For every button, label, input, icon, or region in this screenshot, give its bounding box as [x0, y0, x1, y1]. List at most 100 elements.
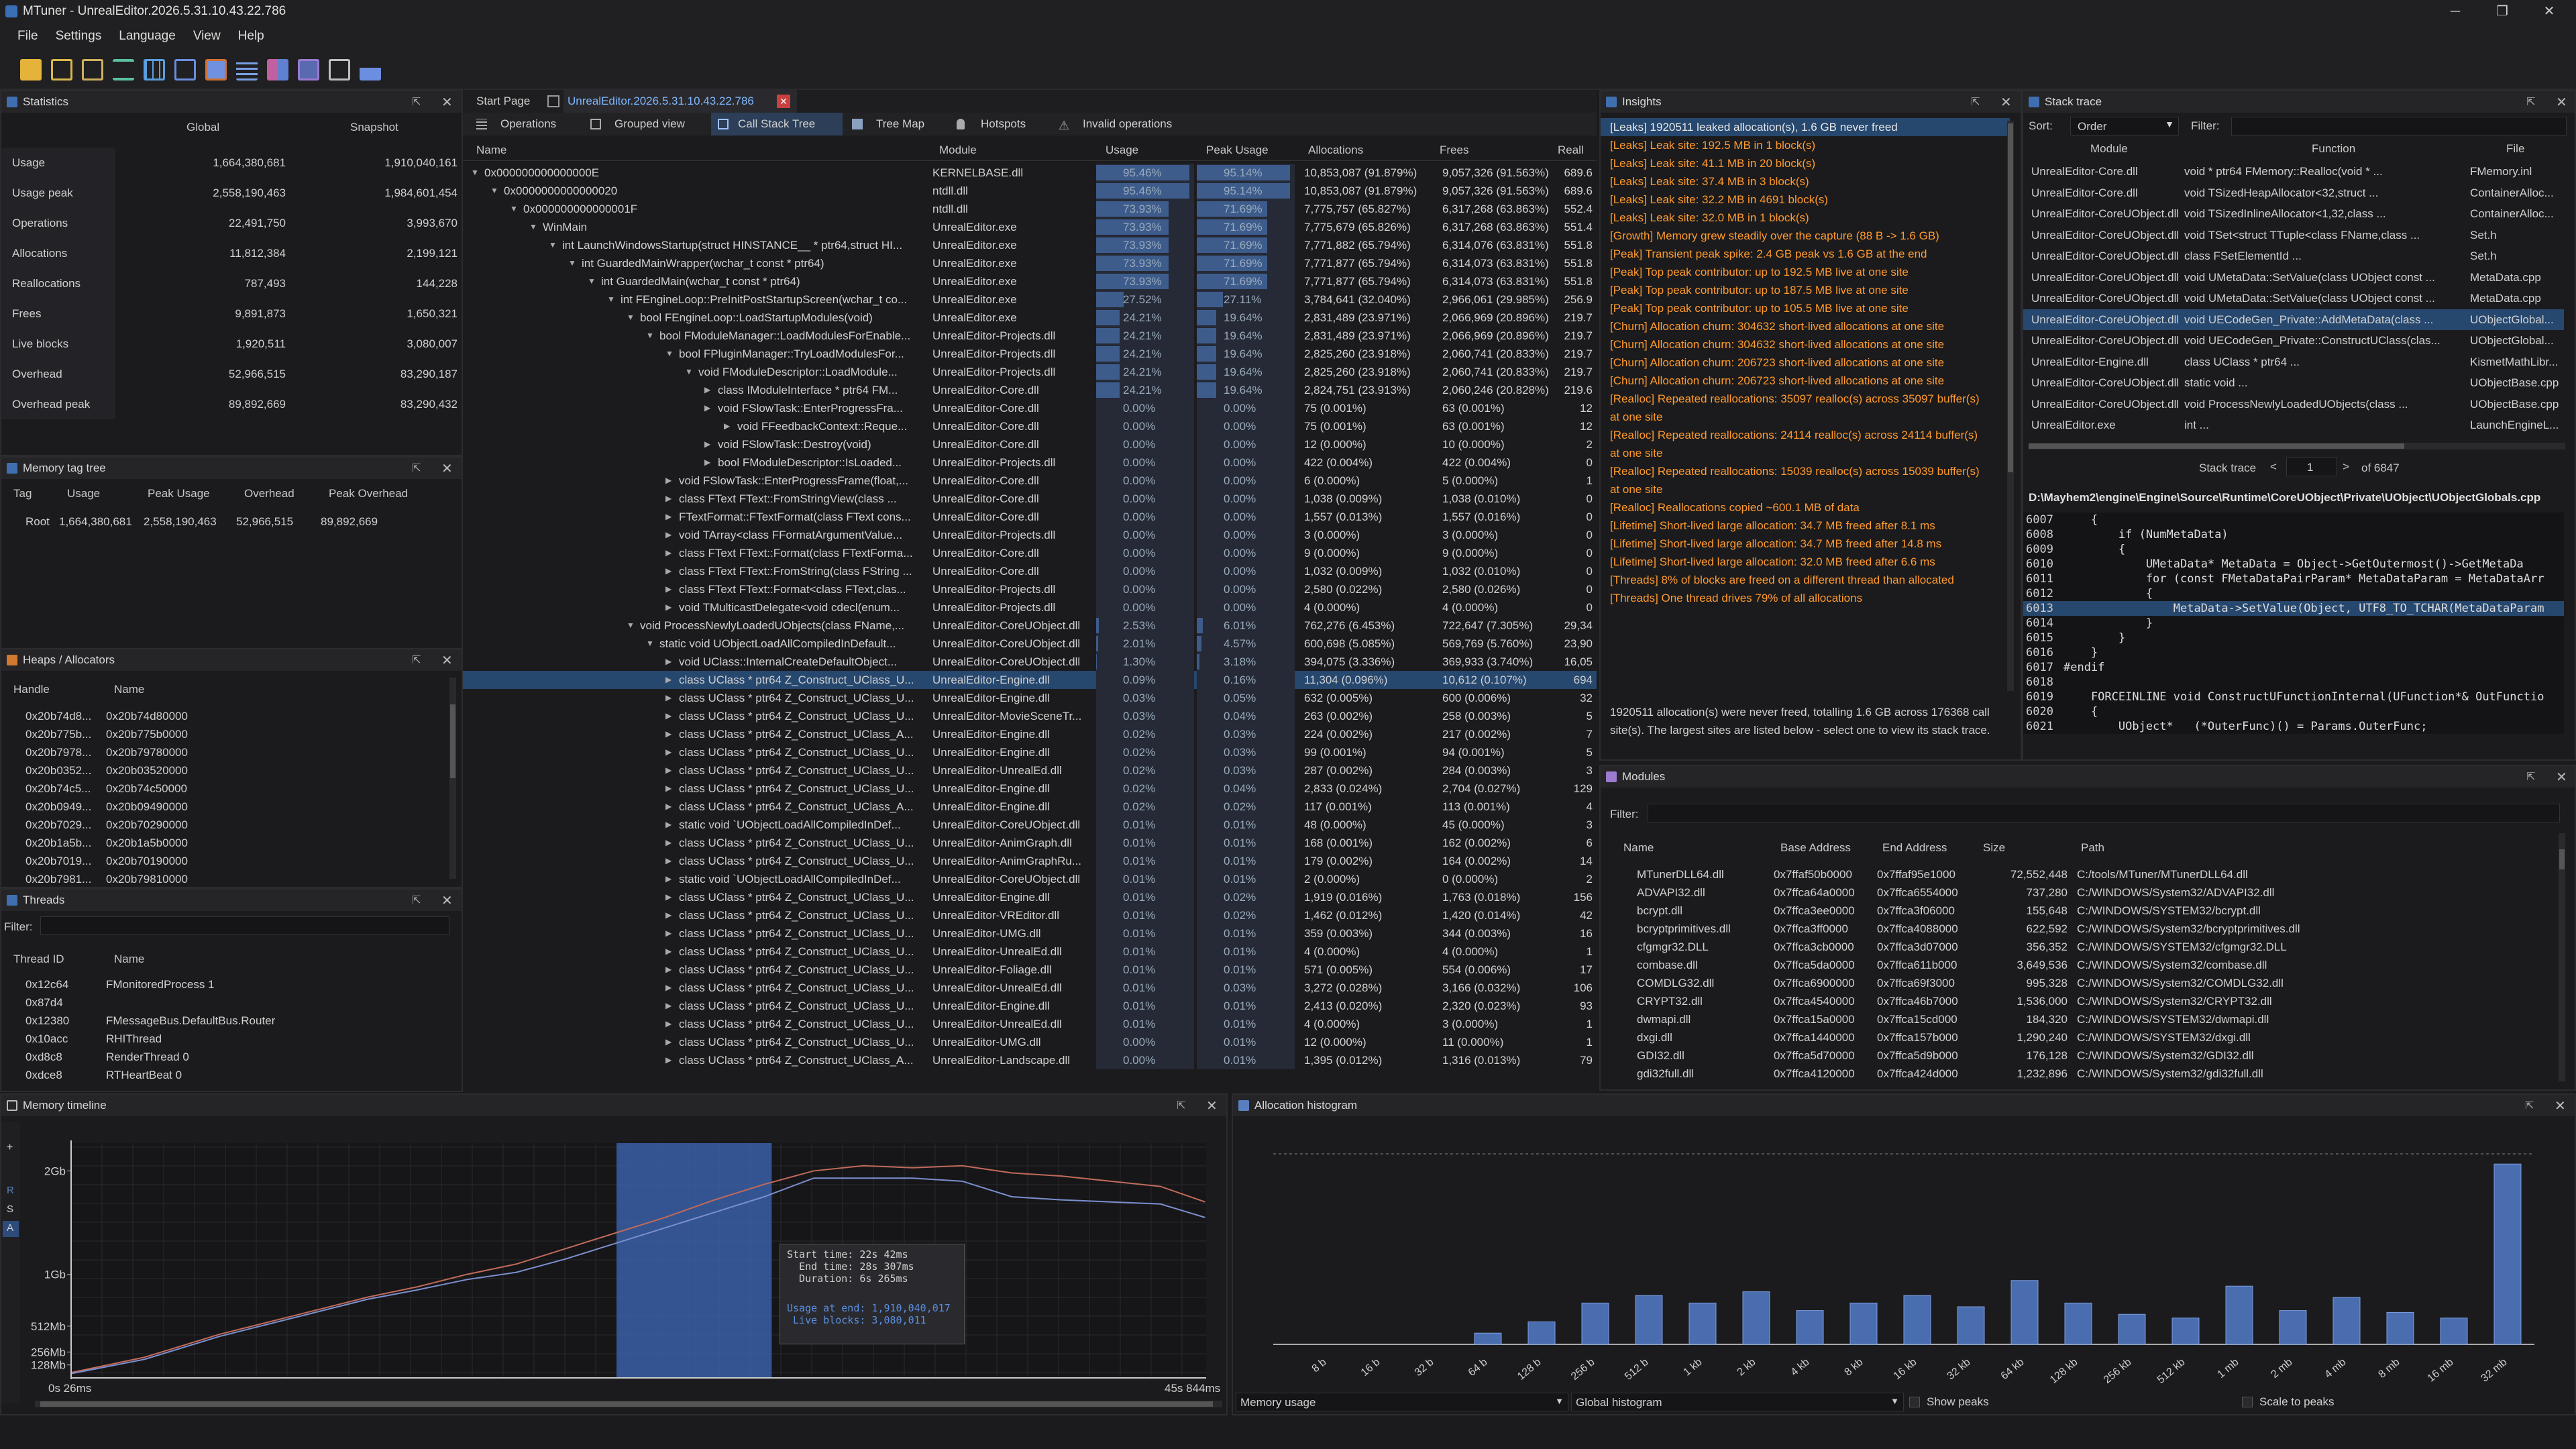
- insights-scrollbar[interactable]: [2007, 121, 2014, 691]
- insight-row[interactable]: [Peak] Transient peak spike: 2.4 GB peak…: [1601, 245, 2010, 263]
- histogram-bar[interactable]: [2064, 1302, 2092, 1345]
- tree-row[interactable]: ▶ class UClass * ptr64 Z_Construct_UClass…: [463, 888, 1597, 906]
- list-icon[interactable]: [236, 59, 258, 80]
- histogram-bar[interactable]: [2171, 1318, 2200, 1345]
- heap-row[interactable]: 0x20b775b... 0x20b775b0000: [1, 725, 462, 743]
- expand-icon[interactable]: ▶: [665, 490, 675, 508]
- close-icon[interactable]: ✕: [2556, 769, 2567, 786]
- heap-row[interactable]: 0x20b7978... 0x20b79780000: [1, 743, 462, 761]
- tree-row[interactable]: ▶ static void `UObjectLoadAllCompiledInDe…: [463, 816, 1597, 834]
- expand-icon[interactable]: ▶: [665, 997, 675, 1015]
- pin-icon[interactable]: ⇱: [2525, 1099, 2534, 1112]
- insight-row[interactable]: [Churn] Allocation churn: 304632 short-l…: [1601, 335, 2010, 354]
- tree-row[interactable]: ▶ class UClass * ptr64 Z_Construct_UClass…: [463, 1033, 1597, 1051]
- expand-icon[interactable]: ▶: [665, 689, 675, 707]
- tree-row[interactable]: ▶ class FText FText::Format<class FText,c…: [463, 580, 1597, 598]
- expand-icon[interactable]: ▼: [646, 635, 655, 653]
- tree-row[interactable]: ▼ int FEngineLoop::PreInitPostStartupScre…: [463, 290, 1597, 309]
- document-icon[interactable]: [51, 59, 72, 80]
- tree-row[interactable]: ▼ bool FEngineLoop::LoadStartupModules(vo…: [463, 309, 1597, 327]
- insight-row[interactable]: [Lifetime] Short-lived large allocation:…: [1601, 535, 2010, 553]
- stack-filter-input[interactable]: [2231, 117, 2567, 136]
- stack-row[interactable]: UnrealEditor-CoreUObject.dll void UECodeG…: [2023, 309, 2564, 330]
- pin-icon[interactable]: ⇱: [2526, 770, 2535, 784]
- module-row[interactable]: CRYPT32.dll 0x7ffca4540000 0x7ffca46b7000 1…: [1601, 992, 2560, 1010]
- tab-grouped-view[interactable]: Grouped view: [614, 113, 685, 136]
- insight-row[interactable]: [Lifetime] Short-lived large allocation:…: [1601, 553, 2010, 571]
- expand-icon[interactable]: ▶: [665, 816, 675, 834]
- next-frame-icon[interactable]: >: [2343, 460, 2349, 474]
- stack-row[interactable]: UnrealEditor-CoreUObject.dll void Process…: [2023, 394, 2564, 415]
- histogram-icon[interactable]: [360, 59, 381, 80]
- tree-row[interactable]: ▶ class UClass * ptr64 Z_Construct_UClass…: [463, 997, 1597, 1015]
- thread-row[interactable]: 0x10acc RHIThread: [1, 1030, 462, 1048]
- histogram-bar[interactable]: [1796, 1310, 1824, 1345]
- expand-icon[interactable]: ▶: [665, 888, 675, 906]
- close-icon[interactable]: ✕: [2555, 1097, 2566, 1114]
- close-icon[interactable]: ✕: [441, 892, 453, 909]
- histogram-bar[interactable]: [1688, 1302, 1717, 1345]
- tree-row[interactable]: ▶ void TMulticastDelegate<void cdecl(enum…: [463, 598, 1597, 616]
- expand-icon[interactable]: ▶: [665, 798, 675, 816]
- insight-row[interactable]: [Threads] One thread drives 79% of all a…: [1601, 589, 2010, 607]
- histogram-bar[interactable]: [1742, 1291, 1770, 1345]
- expand-icon[interactable]: ▶: [665, 961, 675, 979]
- histogram-bar[interactable]: [2118, 1313, 2146, 1345]
- histogram-bar[interactable]: [1581, 1302, 1609, 1345]
- expand-icon[interactable]: ▼: [588, 272, 597, 290]
- frame-input[interactable]: 1: [2286, 458, 2337, 476]
- expand-icon[interactable]: ▶: [665, 870, 675, 888]
- insight-row[interactable]: [Lifetime] Short-lived large allocation:…: [1601, 517, 2010, 535]
- stack-row[interactable]: UnrealEditor-Engine.dll class UClass * pt…: [2023, 352, 2564, 372]
- insight-row[interactable]: at one site: [1601, 408, 2010, 426]
- histogram-bar[interactable]: [1527, 1321, 1556, 1345]
- expand-icon[interactable]: ▶: [665, 979, 675, 997]
- modules-scrollbar[interactable]: [2559, 833, 2565, 1081]
- heaps-scrollbar[interactable]: [449, 678, 456, 879]
- insight-row[interactable]: [Leaks] Leak site: 32.0 MB in 1 block(s): [1601, 209, 2010, 227]
- menu-view[interactable]: View: [193, 29, 221, 44]
- insight-row[interactable]: [Leaks] Leak site: 37.4 MB in 3 block(s): [1601, 172, 2010, 191]
- tree-row[interactable]: ▶ static void `UObjectLoadAllCompiledInDe…: [463, 870, 1597, 888]
- module-row[interactable]: dwmapi.dll 0x7ffca15a0000 0x7ffca15cd000 18…: [1601, 1010, 2560, 1028]
- module-row[interactable]: COMDLG32.dll 0x7ffca6900000 0x7ffca69f3000…: [1601, 974, 2560, 992]
- stack-row[interactable]: UnrealEditor-CoreUObject.dll void TSet<st…: [2023, 225, 2564, 246]
- expand-icon[interactable]: ▶: [665, 834, 675, 852]
- tab-capture-file[interactable]: UnrealEditor.2026.5.31.10.43.22.786 ✕: [564, 90, 797, 113]
- close-icon[interactable]: ✕: [2000, 94, 2012, 111]
- pin-icon[interactable]: ⇱: [1971, 95, 1980, 109]
- timeline-hscroll[interactable]: [35, 1401, 1222, 1407]
- expand-icon[interactable]: ▶: [704, 453, 714, 472]
- expand-icon[interactable]: ▼: [627, 616, 636, 635]
- tree-row[interactable]: ▼ 0x0000000000000020 ntdll.dll 95.46% 95.14%…: [463, 182, 1597, 200]
- insight-row[interactable]: [Leaks] Leak site: 192.5 MB in 1 block(s…: [1601, 136, 2010, 154]
- tab-hotspots[interactable]: Hotspots: [981, 113, 1026, 136]
- stack-row[interactable]: UnrealEditor-CoreUObject.dll void UMetaDa…: [2023, 288, 2564, 309]
- stack-row[interactable]: UnrealEditor-Core.dll void TSizedHeapAllo…: [2023, 182, 2564, 203]
- selection-range[interactable]: [616, 1143, 772, 1378]
- expand-icon[interactable]: ▼: [627, 309, 636, 327]
- tree-row[interactable]: ▶ class IModuleInterface * ptr64 FM... Unr…: [463, 381, 1597, 399]
- expand-icon[interactable]: ▼: [529, 218, 539, 236]
- expand-icon[interactable]: ▶: [665, 852, 675, 870]
- expand-icon[interactable]: ▼: [490, 182, 500, 200]
- heap-row[interactable]: 0x20b7029... 0x20b70290000: [1, 816, 462, 834]
- tree-row[interactable]: ▶ class UClass * ptr64 Z_Construct_UClass…: [463, 979, 1597, 997]
- insight-row[interactable]: [Churn] Allocation churn: 304632 short-l…: [1601, 317, 2010, 335]
- selection-icon[interactable]: [205, 59, 227, 80]
- stack-row[interactable]: UnrealEditor-Core.dll void * ptr64 FMemor…: [2023, 161, 2564, 182]
- threads-filter-input[interactable]: [40, 916, 449, 935]
- expand-icon[interactable]: ▼: [607, 290, 616, 309]
- histogram-bar[interactable]: [1635, 1295, 1663, 1345]
- expand-icon[interactable]: ▼: [685, 363, 694, 381]
- expand-icon[interactable]: ▼: [646, 327, 655, 345]
- histogram-bar[interactable]: [2010, 1280, 2039, 1345]
- expand-icon[interactable]: ▶: [665, 707, 675, 725]
- pin-icon[interactable]: ⇱: [412, 653, 421, 667]
- menu-help[interactable]: Help: [238, 29, 264, 44]
- tree-row[interactable]: ▶ void UClass::InternalCreateDefaultObjec…: [463, 653, 1597, 671]
- tree-row[interactable]: ▼ static void UObjectLoadAllCompiledInDef…: [463, 635, 1597, 653]
- module-row[interactable]: MTunerDLL64.dll 0x7ffaf50b0000 0x7ffaf95e1…: [1601, 865, 2560, 883]
- expand-icon[interactable]: ▶: [665, 653, 675, 671]
- tree-row[interactable]: ▼ WinMain UnrealEditor.exe 73.93% 71.69% 7,77…: [463, 218, 1597, 236]
